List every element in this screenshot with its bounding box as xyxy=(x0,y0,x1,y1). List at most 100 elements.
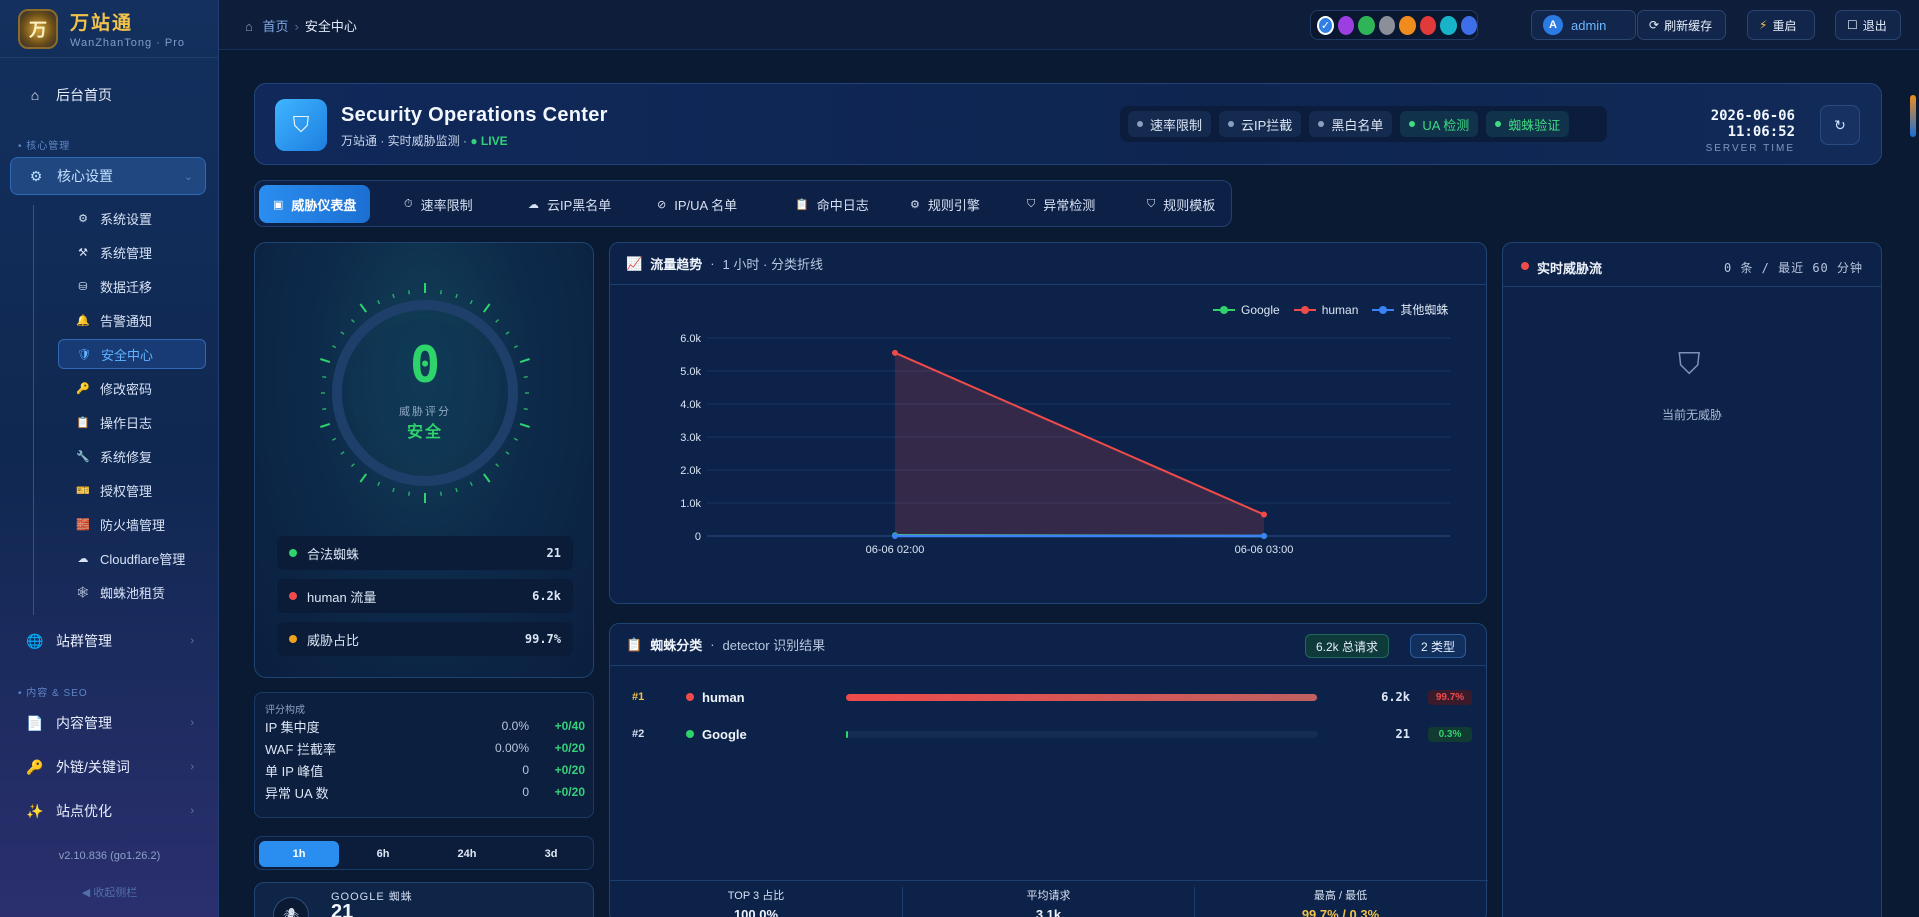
gauge-tick xyxy=(392,487,395,493)
tab-label: 异常检测 xyxy=(1043,197,1096,213)
y-tick-label: 3.0k xyxy=(680,432,701,444)
sidebar-item-label: 后台首页 xyxy=(56,87,112,103)
y-tick-label: 0 xyxy=(695,531,701,543)
range-button-3d[interactable]: 3d xyxy=(511,841,591,867)
theme-swatch[interactable] xyxy=(1460,15,1478,35)
status-dot xyxy=(1495,121,1502,127)
composition-label: IP 集中度 xyxy=(265,719,320,735)
theme-swatch[interactable] xyxy=(1358,15,1375,35)
range-button-1h[interactable]: 1h xyxy=(259,841,339,867)
scrollbar-thumb[interactable] xyxy=(1910,95,1916,137)
sidebar-subitem-label: 蜘蛛池租赁 xyxy=(100,585,166,601)
protection-chip[interactable]: 速率限制 xyxy=(1128,111,1212,137)
sidebar-subitem-label: 授权管理 xyxy=(100,483,153,499)
scrollbar[interactable] xyxy=(1908,50,1919,917)
spider-row[interactable]: #1 human 6.2k 99.7% xyxy=(610,682,1488,712)
composition-label: 单 IP 峰值 xyxy=(265,763,324,779)
detect-icon: ⛉ xyxy=(1027,197,1036,210)
traffic-line-chart: 0 1.0k 2.0k 3.0k 4.0k 5.0k 6.0k 06-06 02:00 06-0… xyxy=(680,333,1450,556)
gauge-tick xyxy=(495,318,500,323)
tab-5[interactable]: ⚙ 规则引擎 xyxy=(896,185,994,223)
restart-button[interactable]: ⚡ 重启 xyxy=(1747,10,1815,40)
tab-3[interactable]: ⊘ IP/UA 名单 xyxy=(643,185,751,223)
check-icon: ✓ xyxy=(1320,19,1331,32)
theme-swatch[interactable] xyxy=(1378,15,1396,35)
sidebar-subitem-8[interactable]: 🎫 授权管理 xyxy=(58,475,206,505)
shield-icon: ⛉ xyxy=(275,99,327,151)
gauge-tick xyxy=(482,473,491,483)
chevron-down-icon: ⌄ xyxy=(183,170,193,183)
tab-0[interactable]: ▣ 威胁仪表盘 xyxy=(259,185,371,223)
spider-icon: 🕷 xyxy=(273,897,309,917)
refresh-button[interactable]: ↻ xyxy=(1820,105,1860,145)
user-menu-button[interactable]: A admin xyxy=(1531,10,1636,40)
sidebar-item-content[interactable]: 📄 内容管理 › xyxy=(10,704,206,742)
sidebar-subitem-9[interactable]: 🧱 防火墙管理 xyxy=(58,509,206,539)
firewall-icon: 🧱 xyxy=(76,518,90,531)
sidebar-subitem-2[interactable]: ⛁ 数据迁移 xyxy=(58,271,206,301)
sidebar-subitem-5[interactable]: 🔑 修改密码 xyxy=(58,373,206,403)
button-label: 重启 xyxy=(1772,18,1797,33)
score-stat-label: human 流量 xyxy=(307,589,377,605)
shield-icon: 🛡 xyxy=(77,348,91,361)
range-button-6h[interactable]: 6h xyxy=(343,841,423,867)
series-point-2-1 xyxy=(1261,533,1267,539)
theme-swatch[interactable] xyxy=(1440,15,1457,35)
button-label: 退出 xyxy=(1862,18,1887,33)
gauge-tick xyxy=(359,303,368,313)
tab-4[interactable]: 📋 命中日志 xyxy=(781,185,883,223)
protection-chip[interactable]: 黑白名单 xyxy=(1309,111,1393,137)
sidebar-subitem-1[interactable]: ⚒ 系统管理 xyxy=(58,237,206,267)
breadcrumb-separator: › xyxy=(294,19,299,34)
refresh-cache-button[interactable]: ⟳ 刷新缓存 xyxy=(1637,10,1726,40)
sidebar-item-site-group[interactable]: 🌐 站群管理 › xyxy=(10,622,206,660)
theme-swatch[interactable] xyxy=(1399,15,1416,35)
sidebar-subitem-7[interactable]: 🔧 系统修复 xyxy=(58,441,206,471)
server-datetime: 2026-06-06 11:06:52 xyxy=(1710,108,1795,140)
protection-chip[interactable]: UA 检测 xyxy=(1400,111,1479,137)
threat-score-card: 0 威胁评分 安全 合法蜘蛛 21 human 流量 6.2k 威胁占比 99.7% xyxy=(254,242,594,678)
sidebar-item-core-settings[interactable]: ⚙ 核心设置 ⌄ xyxy=(10,157,206,195)
chip-label: 蜘蛛验证 xyxy=(1508,117,1561,133)
server-clock: 2026-06-06 11:06:52 SERVER TIME xyxy=(1635,108,1795,154)
sidebar-subitem-3[interactable]: 🔔 告警通知 xyxy=(58,305,206,335)
bell-icon: 🔔 xyxy=(76,314,90,327)
brand[interactable]: 万 万站通 WanZhanTong · Pro xyxy=(0,0,218,58)
stat-value: 99.7% / 0.3% xyxy=(1301,907,1380,917)
sidebar-subitem-10[interactable]: ☁ Cloudflare管理 xyxy=(58,543,206,573)
threat-score-label: 威胁评分 xyxy=(399,406,451,418)
collapse-sidebar-button[interactable]: ◀ 收起侧栏 xyxy=(0,884,219,900)
brand-subtitle: WanZhanTong · Pro xyxy=(70,37,186,49)
sidebar-item-optimization[interactable]: ✨ 站点优化 › xyxy=(10,792,206,830)
range-button-24h[interactable]: 24h xyxy=(427,841,507,867)
sidebar-subitem-11[interactable]: 🕸 蜘蛛池租赁 xyxy=(58,577,206,607)
spider-row[interactable]: #2 Google 21 0.3% xyxy=(610,719,1488,749)
protection-chip[interactable]: 云IP拦截 xyxy=(1219,111,1302,137)
protection-status-chips: 速率限制 云IP拦截 黑白名单 UA 检测 蜘蛛验证 xyxy=(1120,106,1607,142)
theme-swatch[interactable]: ✓ xyxy=(1317,15,1334,35)
sidebar-item-home[interactable]: ⌂ 后台首页 xyxy=(10,76,206,114)
spider-rank: #1 xyxy=(632,691,645,703)
key-icon: 🔑 xyxy=(26,758,44,775)
tab-2[interactable]: ☁ 云IP黑名单 xyxy=(514,185,625,223)
status-dot xyxy=(1409,121,1416,127)
composition-score: +0/40 xyxy=(554,719,585,733)
gauge-tick xyxy=(340,451,345,455)
sidebar-subitem-4[interactable]: 🛡 安全中心 xyxy=(58,339,206,369)
breadcrumb-home[interactable]: 首页 xyxy=(262,19,288,34)
theme-swatch[interactable] xyxy=(1419,15,1437,35)
tab-6[interactable]: ⛉ 异常检测 xyxy=(1013,185,1109,223)
status-dot xyxy=(289,635,297,643)
sidebar-subitem-0[interactable]: ⚙ 系统设置 xyxy=(58,203,206,233)
status-dot xyxy=(289,549,297,557)
spider-stat: 最高 / 最低 99.7% / 0.3% xyxy=(1194,887,1486,917)
theme-swatch[interactable] xyxy=(1337,15,1355,35)
sidebar-item-links[interactable]: 🔑 外链/关键词 › xyxy=(10,748,206,786)
tab-7[interactable]: ⛉ 规则模板 xyxy=(1133,185,1229,223)
spider-stats: TOP 3 占比 100.0% 平均请求 3.1k 最高 / 最低 99.7% / 0.3… xyxy=(610,880,1488,917)
database-icon: ⛁ xyxy=(78,280,88,293)
protection-chip[interactable]: 蜘蛛验证 xyxy=(1486,111,1570,137)
logout-button[interactable]: ☐ 退出 xyxy=(1835,10,1901,40)
tab-1[interactable]: ⏱ 速率限制 xyxy=(390,185,487,223)
sidebar-subitem-6[interactable]: 📋 操作日志 xyxy=(58,407,206,437)
